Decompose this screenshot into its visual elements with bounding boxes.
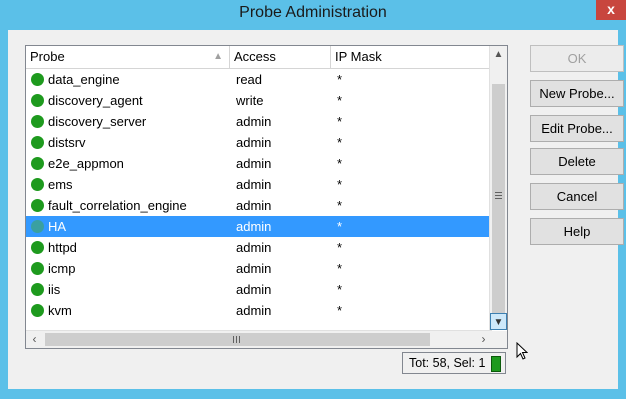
probe-access: admin [236,198,272,213]
probe-name: httpd [48,240,77,255]
status-bar: Tot: 58, Sel: 1 [402,352,506,374]
table-row[interactable]: fault_correlation_engine admin * [26,195,492,216]
probe-status-icon [31,157,44,170]
probe-access: read [236,72,263,87]
probe-name: distsrv [48,135,86,150]
probe-ip-mask: * [337,93,343,108]
edit-probe-button[interactable]: Edit Probe... [530,115,624,142]
column-header-access[interactable]: Access [230,46,331,68]
table-row[interactable]: kvm admin * [26,300,492,321]
ok-button[interactable]: OK [530,45,624,72]
probe-ip-mask: * [337,156,343,171]
probe-access: admin [236,240,272,255]
grip-icon [233,336,234,343]
probe-name: fault_correlation_engine [48,198,187,213]
column-header-probe-label: Probe [30,49,65,64]
probe-name: HA [48,219,67,234]
probe-status-icon [31,241,44,254]
probe-ip-mask: * [337,240,343,255]
table-row[interactable]: iis admin * [26,279,492,300]
window-title: Probe Administration [239,4,387,21]
probe-ip-mask: * [337,177,343,192]
probe-access: admin [236,303,272,318]
probe-name: e2e_appmon [48,156,124,171]
help-button[interactable]: Help [530,218,624,245]
table-row[interactable]: discovery_agent write * [26,90,492,111]
probe-status-icon [31,199,44,212]
probe-rows: data_engine read * discovery_agent write * dis… [26,69,492,330]
probe-status-icon [31,73,44,86]
probe-ip-mask: * [337,261,343,276]
delete-button[interactable]: Delete [530,148,624,175]
sort-ascending-icon: ▲ [213,51,223,62]
cancel-button[interactable]: Cancel [530,183,624,210]
dialog-body: Probe ▲ Access IP Mask data_engine read * d… [8,30,624,389]
status-indicator-icon [491,356,501,372]
probe-name: iis [48,282,61,297]
table-row[interactable]: HA admin * [26,216,492,237]
probe-name: discovery_agent [48,93,143,108]
probe-status-icon [31,304,44,317]
probe-access: admin [236,177,272,192]
probe-status-icon [31,178,44,191]
probe-ip-mask: * [337,198,343,213]
probe-access: admin [236,219,272,234]
list-header: Probe ▲ Access IP Mask [26,46,492,69]
grip-icon [495,192,502,193]
scroll-left-button[interactable]: ‹ [26,331,43,348]
new-probe-button[interactable]: New Probe... [530,80,624,107]
probe-ip-mask: * [337,303,343,318]
mouse-pointer-icon [516,342,528,360]
probe-access: admin [236,135,272,150]
probe-name: ems [48,177,73,192]
probe-status-icon [31,220,44,233]
column-header-access-label: Access [234,49,276,64]
probe-status-icon [31,283,44,296]
scroll-up-button[interactable]: ▲ [490,46,507,63]
close-button[interactable]: x [596,0,626,20]
probe-name: discovery_server [48,114,147,129]
probe-ip-mask: * [337,282,343,297]
probe-access: write [236,93,264,108]
table-row[interactable]: icmp admin * [26,258,492,279]
probe-access: admin [236,114,272,129]
table-row[interactable]: ems admin * [26,174,492,195]
probe-status-icon [31,136,44,149]
probe-list[interactable]: Probe ▲ Access IP Mask data_engine read * d… [25,45,508,349]
column-header-ip-mask-label: IP Mask [335,49,382,64]
scroll-down-button[interactable]: ▼ [490,313,507,330]
table-row[interactable]: discovery_server admin * [26,111,492,132]
probe-ip-mask: * [337,114,343,129]
table-row[interactable]: distsrv admin * [26,132,492,153]
probe-name: icmp [48,261,76,276]
status-text: Tot: 58, Sel: 1 [409,356,486,370]
probe-access: admin [236,261,272,276]
table-row[interactable]: httpd admin * [26,237,492,258]
probe-access: admin [236,156,272,171]
probe-name: kvm [48,303,72,318]
probe-status-icon [31,262,44,275]
horizontal-scroll-thumb[interactable] [45,333,430,346]
title-bar[interactable]: Probe Administration x [0,0,626,28]
scrollbar-corner [490,331,507,348]
probe-admin-window: Probe Administration x Probe ▲ Access IP… [0,0,626,399]
table-row[interactable]: data_engine read * [26,69,492,90]
probe-access: admin [236,282,272,297]
table-row[interactable]: e2e_appmon admin * [26,153,492,174]
probe-name: data_engine [48,72,120,87]
column-header-probe[interactable]: Probe ▲ [26,46,230,68]
vertical-scroll-thumb[interactable] [492,84,505,314]
probe-ip-mask: * [337,72,343,87]
probe-status-icon [31,94,44,107]
column-header-ip-mask[interactable]: IP Mask [331,46,492,68]
vertical-scrollbar[interactable]: ▲ ▼ [489,46,507,330]
probe-ip-mask: * [337,219,343,234]
probe-status-icon [31,115,44,128]
horizontal-scrollbar[interactable]: ‹ › [26,330,492,348]
probe-ip-mask: * [337,135,343,150]
